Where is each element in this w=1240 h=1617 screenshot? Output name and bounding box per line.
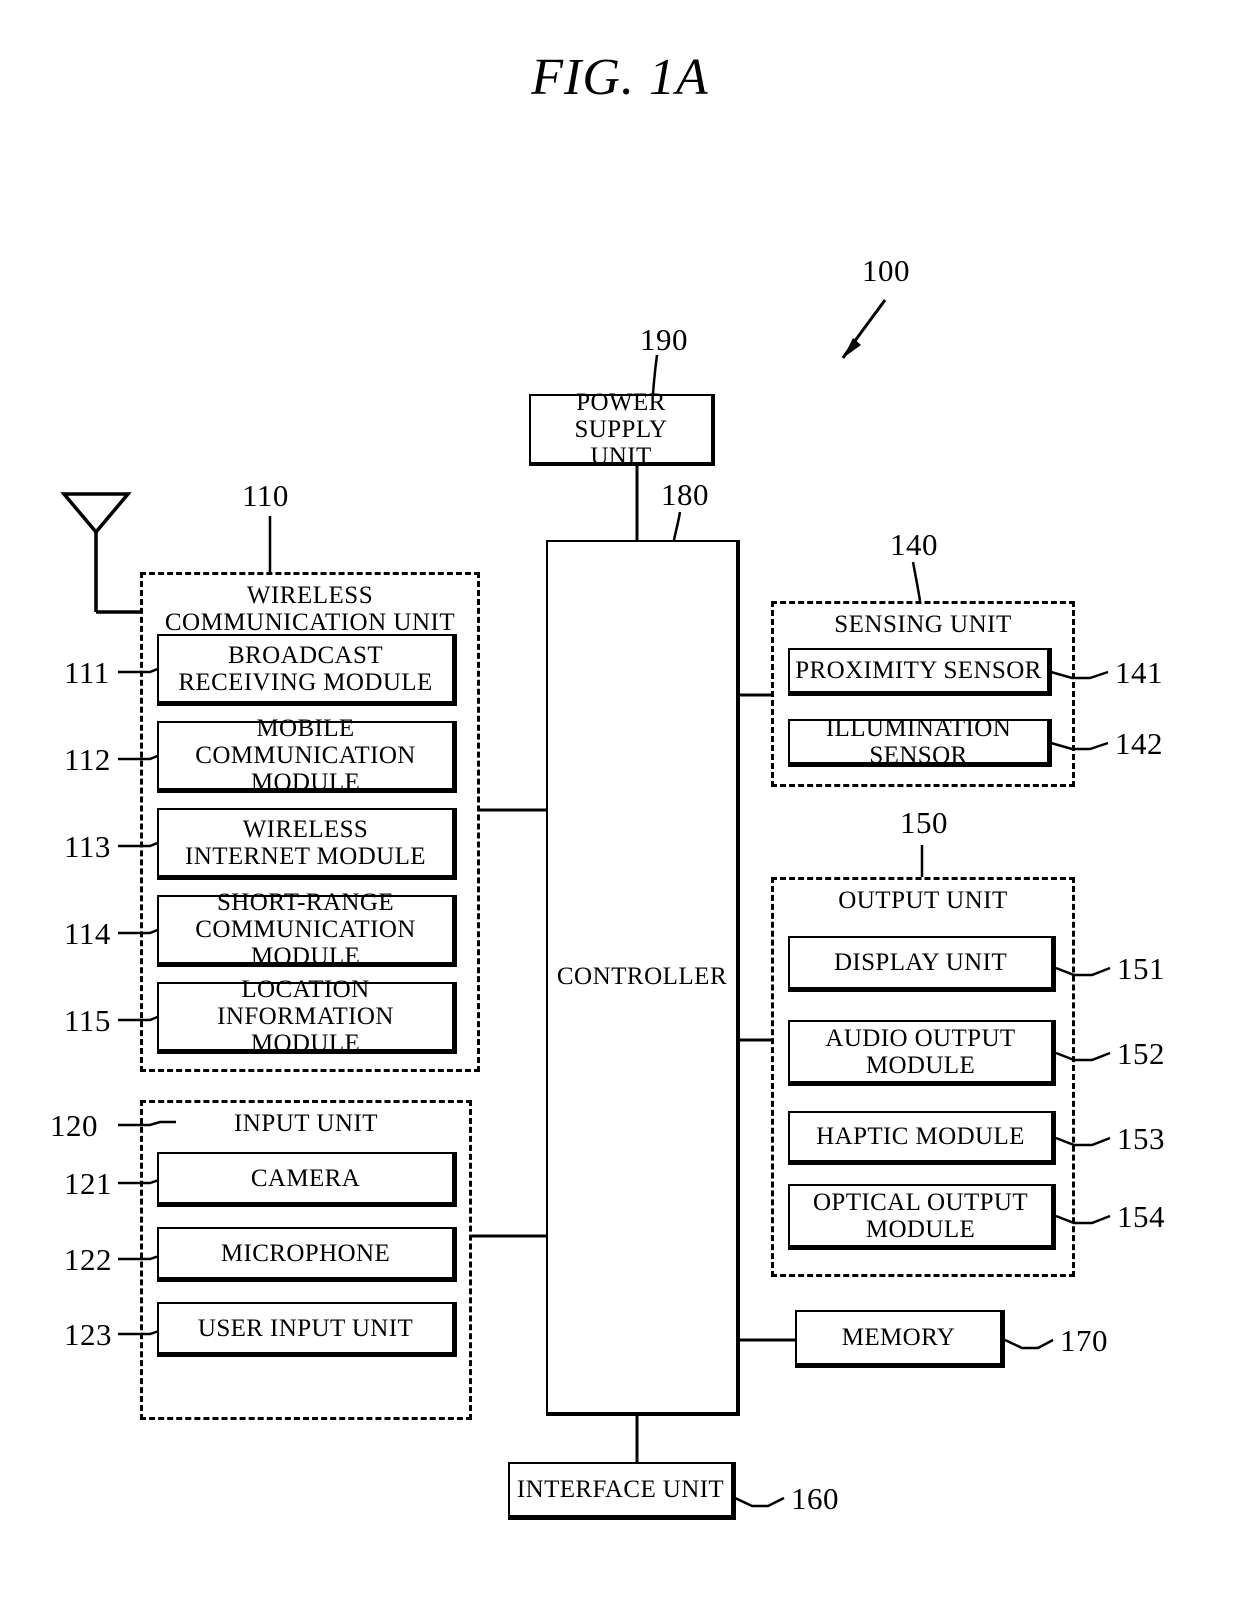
ref-114: 114 (64, 916, 111, 951)
ref-153: 153 (1117, 1121, 1165, 1156)
ref-154: 154 (1117, 1199, 1165, 1234)
ref-100: 100 (862, 253, 910, 288)
ref-120: 120 (50, 1108, 98, 1143)
ref-121: 121 (64, 1166, 112, 1201)
ref-140: 140 (890, 527, 938, 562)
microphone-box: MICROPHONE (157, 1227, 457, 1282)
mobile-communication-module-box: MOBILE COMMUNICATION MODULE (157, 715, 457, 796)
ref-112: 112 (64, 742, 111, 777)
wireless-communication-unit-title: WIRELESS COMMUNICATION UNIT (164, 582, 456, 636)
ref-115: 115 (64, 1003, 111, 1038)
memory-box: MEMORY (795, 1310, 1005, 1368)
ref-110: 110 (242, 478, 289, 513)
sensing-unit-title: SENSING UNIT (834, 611, 1012, 638)
illumination-sensor-box: ILLUMINATION SENSOR (788, 715, 1052, 769)
audio-output-module-box: AUDIO OUTPUT MODULE (788, 1020, 1056, 1086)
ref-141: 141 (1115, 655, 1163, 690)
optical-output-module-box: OPTICAL OUTPUT MODULE (788, 1184, 1056, 1250)
ref-113: 113 (64, 829, 111, 864)
camera-box: CAMERA (157, 1152, 457, 1207)
ref-152: 152 (1117, 1036, 1165, 1071)
ref-160: 160 (791, 1481, 839, 1516)
figure-title: FIG. 1A (531, 49, 709, 106)
controller-box: CONTROLLER (546, 540, 740, 1416)
ref-180: 180 (661, 477, 709, 512)
power-supply-unit-box: POWER SUPPLY UNIT (529, 389, 715, 470)
ref-123: 123 (64, 1317, 112, 1352)
broadcast-receiving-module-box: BROADCAST RECEIVING MODULE (157, 634, 457, 706)
ref-122: 122 (64, 1242, 112, 1277)
short-range-communication-module-box: SHORT-RANGE COMMUNICATION MODULE (157, 889, 457, 970)
user-input-unit-box: USER INPUT UNIT (157, 1302, 457, 1357)
ref-170: 170 (1060, 1323, 1108, 1358)
input-unit-title: INPUT UNIT (233, 1110, 379, 1137)
ref-190: 190 (640, 322, 688, 357)
ref-142: 142 (1115, 726, 1163, 761)
haptic-module-box: HAPTIC MODULE (788, 1111, 1056, 1165)
display-unit-box: DISPLAY UNIT (788, 936, 1056, 992)
ref-111: 111 (64, 655, 110, 690)
patent-figure-page: FIG. 1A 100 190 180 110 140 150 111 112 … (0, 0, 1240, 1617)
location-information-module-box: LOCATION INFORMATION MODULE (157, 976, 457, 1057)
wireless-internet-module-box: WIRELESS INTERNET MODULE (157, 808, 457, 880)
proximity-sensor-box: PROXIMITY SENSOR (788, 648, 1052, 696)
ref-151: 151 (1117, 951, 1165, 986)
output-unit-title: OUTPUT UNIT (838, 887, 1008, 914)
ref-150: 150 (900, 805, 948, 840)
interface-unit-box: INTERFACE UNIT (508, 1462, 736, 1520)
